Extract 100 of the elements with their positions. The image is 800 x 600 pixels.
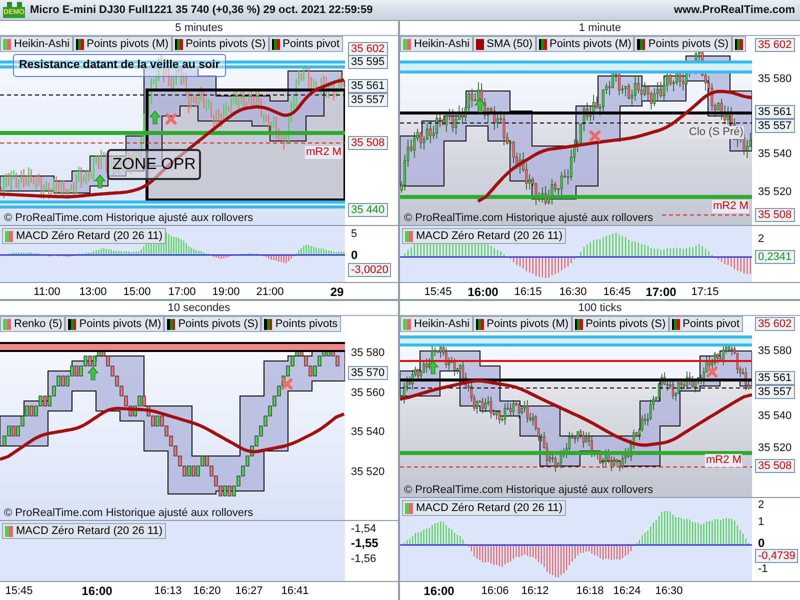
color-swatch-icon: [3, 318, 11, 330]
indicator-button[interactable]: Points pivots: [261, 316, 341, 332]
window-title: Micro E-mini DJ30 Full1221 35 740 (+0,36 %) 29 oct. 2021 22:59:59: [30, 2, 373, 18]
chart-annotation: Resistance datant de la veille au soir: [13, 54, 226, 77]
price-label: 35 602: [755, 38, 795, 52]
level-label: mR2 M: [712, 200, 750, 213]
indicator-button[interactable]: MACD Zéro Retard (20 26 11): [402, 228, 566, 244]
price-label: 35 595: [348, 55, 388, 69]
color-swatch-icon: [5, 230, 13, 242]
website-label: www.ProRealTime.com: [674, 2, 795, 18]
time-label: 16:45: [603, 285, 631, 299]
macd-scale-label: 0: [351, 248, 358, 262]
price-label: 35 540: [351, 426, 385, 438]
color-swatch-icon: [76, 38, 84, 50]
color-swatch-icon: [476, 38, 484, 50]
price-label: 35 560: [351, 386, 385, 400]
indicator-button[interactable]: Points pivot: [668, 316, 743, 332]
time-label: 15:45: [5, 584, 33, 598]
color-swatch-icon: [167, 318, 176, 330]
color-swatch-icon: [538, 38, 546, 50]
price-label: 35 602: [755, 317, 795, 331]
time-label: 16:20: [193, 584, 221, 598]
color-swatch-icon: [403, 318, 411, 330]
price-label: 35 508: [755, 459, 795, 473]
indicator-button[interactable]: SMA (50): [472, 36, 536, 52]
color-swatch-icon: [272, 38, 280, 50]
time-label: 19:00: [212, 285, 240, 299]
up-arrow-icon: [474, 98, 486, 112]
copyright-notice: © ProRealTime.com Historique ajusté aux rollovers: [404, 212, 654, 225]
price-label: 35 540: [758, 148, 792, 160]
color-swatch-icon: [405, 230, 413, 242]
price-label: 35 520: [758, 186, 792, 198]
indicator-button[interactable]: Points pivots (M): [65, 316, 164, 332]
time-label: 16:00: [468, 285, 498, 299]
color-swatch-icon: [637, 38, 646, 50]
price-label: 35 602: [348, 42, 388, 56]
cross-icon: [281, 378, 293, 390]
price-label: 35 520: [758, 442, 792, 454]
time-label: 16:15: [514, 285, 542, 299]
indicator-button[interactable]: Points pivots (S): [164, 316, 262, 332]
time-label: 16:41: [281, 584, 309, 598]
time-label: 17:00: [168, 285, 196, 299]
indicator-button[interactable]: Heikin-Ashi: [400, 316, 473, 332]
indicator-button[interactable]: MACD Zéro Retard (20 26 11): [2, 228, 166, 244]
time-label: 16:13: [154, 584, 182, 598]
macd-scale-label: 2: [758, 232, 764, 246]
indicator-button[interactable]: Heikin-Ashi: [0, 36, 73, 52]
indicator-button[interactable]: [732, 36, 746, 52]
indicator-button[interactable]: Points pivots (S): [572, 316, 669, 332]
color-swatch-icon: [174, 38, 183, 50]
macd-scale-label: -3,0020: [348, 263, 392, 277]
time-label: 16:18: [576, 584, 604, 598]
price-label: 35 580: [758, 344, 792, 358]
color-swatch-icon: [68, 318, 76, 330]
time-label: 15:00: [123, 285, 151, 299]
indicator-button[interactable]: Points pivots (S): [634, 36, 732, 52]
macd-scale-label: 2: [758, 498, 764, 512]
indicator-button[interactable]: Points pivots (S): [172, 36, 269, 52]
cross-icon: [589, 130, 601, 142]
price-label: 35 557: [755, 385, 795, 399]
price-label: 35 580: [758, 72, 792, 86]
cross-icon: [706, 366, 718, 378]
time-label: 16:12: [521, 584, 549, 598]
price-label: 35 557: [755, 119, 795, 133]
indicator-button[interactable]: Heikin-Ashi: [400, 36, 473, 52]
indicator-button[interactable]: Points pivots (M): [536, 36, 634, 52]
time-label: 15:45: [424, 285, 452, 299]
price-label: 35 520: [351, 466, 385, 478]
up-arrow-icon: [94, 174, 106, 188]
color-swatch-icon: [734, 38, 743, 50]
indicator-button[interactable]: Points pivots (M): [472, 316, 572, 332]
price-label: 35 540: [758, 410, 792, 422]
indicator-button[interactable]: Renko (5): [0, 316, 66, 332]
level-label: mR2 M: [305, 146, 342, 159]
time-label: 16:27: [235, 584, 263, 598]
macd-scale-label: -0,4739: [755, 549, 798, 563]
indicator-button[interactable]: MACD Zéro Retard (20 26 11): [402, 500, 566, 516]
time-label: 16:24: [613, 584, 641, 598]
level-label: mR2 M: [705, 454, 742, 467]
indicator-button[interactable]: Points pivots (M): [72, 36, 172, 52]
macd-scale-label: 0: [758, 536, 765, 550]
price-label: 35 557: [348, 93, 388, 107]
price-label: 35 440: [348, 203, 388, 217]
macd-scale-label: 1: [758, 516, 764, 528]
indicator-button[interactable]: Points pivot: [268, 36, 343, 52]
color-swatch-icon: [264, 318, 272, 330]
copyright-notice: © ProRealTime.com Historique ajusté aux rollovers: [404, 484, 654, 497]
price-label: 35 561: [755, 371, 795, 385]
price-label: 35 570: [348, 366, 388, 380]
up-arrow-icon: [427, 360, 439, 374]
time-label: 11:00: [34, 285, 60, 299]
color-swatch-icon: [476, 318, 484, 330]
time-label: 21:00: [256, 285, 284, 299]
time-label: 16:30: [655, 584, 683, 598]
indicator-button[interactable]: MACD Zéro Retard (20 26 11): [2, 523, 166, 539]
macd-scale-label: -1,55: [351, 536, 378, 550]
time-label: 16:00: [424, 584, 454, 598]
price-label: 35 508: [348, 136, 388, 150]
price-label: 35 561: [348, 79, 388, 93]
time-label: 16:00: [82, 584, 112, 598]
